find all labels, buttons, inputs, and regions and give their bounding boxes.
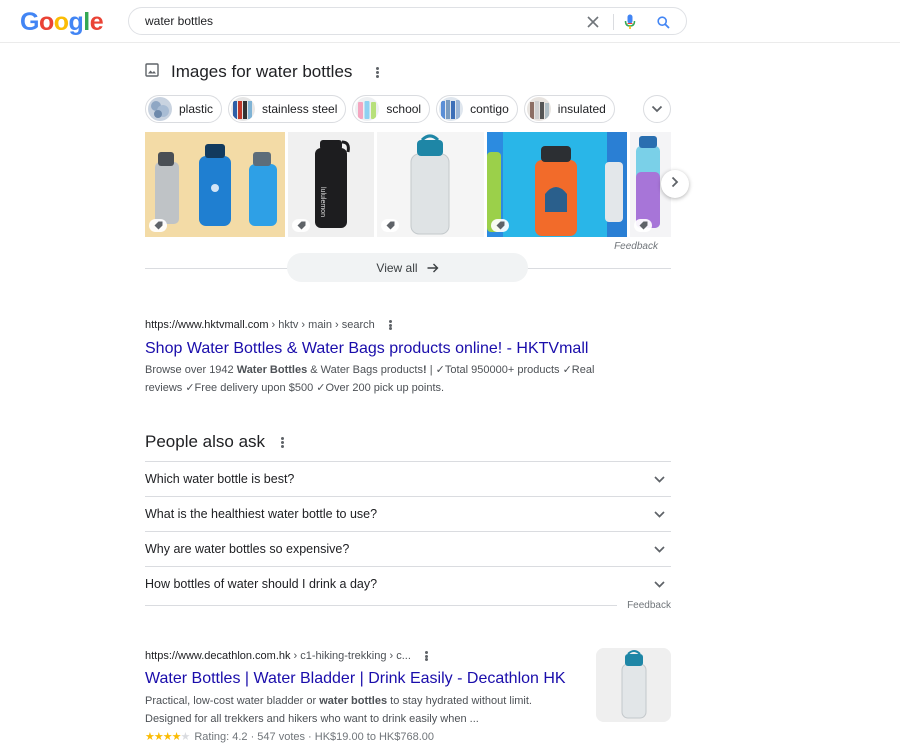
chip-contigo[interactable]: contigo bbox=[436, 95, 518, 123]
result-title-link[interactable]: Water Bottles | Water Bladder | Drink Ea… bbox=[145, 670, 566, 688]
next-images-button[interactable] bbox=[661, 170, 689, 198]
chip-thumbnail bbox=[148, 97, 172, 121]
paa-question[interactable]: Why are water bottles so expensive? bbox=[145, 531, 671, 566]
search-icon[interactable] bbox=[653, 12, 673, 32]
people-also-ask-heading: People also ask bbox=[145, 431, 285, 453]
chevron-right-icon bbox=[671, 175, 679, 193]
chip-label: insulated bbox=[557, 102, 606, 116]
product-tag-icon bbox=[149, 219, 167, 232]
result-citation: https://www.hktvmall.com › hktv › main ›… bbox=[145, 319, 392, 331]
snippet-highlight: water bottles bbox=[319, 695, 388, 707]
more-options-icon[interactable] bbox=[424, 651, 428, 661]
more-options-icon[interactable] bbox=[388, 320, 392, 330]
close-icon[interactable] bbox=[583, 12, 603, 32]
paa-question-text: What is the healthiest water bottle to u… bbox=[145, 507, 378, 521]
search-divider bbox=[613, 14, 614, 30]
chevron-down-icon bbox=[654, 472, 665, 486]
result-domain: https://www.hktvmall.com bbox=[145, 319, 269, 331]
paa-feedback-link[interactable]: Feedback bbox=[620, 600, 671, 611]
chevron-down-icon bbox=[654, 542, 665, 556]
view-all-label: View all bbox=[376, 260, 418, 275]
more-options-icon[interactable] bbox=[376, 66, 380, 78]
view-all-button[interactable]: View all bbox=[287, 253, 528, 282]
paa-title: People also ask bbox=[145, 432, 266, 451]
chip-label: contigo bbox=[470, 102, 509, 116]
product-tag-icon bbox=[634, 219, 652, 232]
logo-letter: o bbox=[53, 8, 69, 36]
product-tag-icon bbox=[381, 219, 399, 232]
result-domain: https://www.decathlon.com.hk bbox=[145, 650, 291, 662]
chevron-down-icon bbox=[654, 577, 665, 591]
chip-label: stainless steel bbox=[262, 102, 338, 116]
chip-thumbnail bbox=[231, 97, 256, 121]
search-box bbox=[128, 7, 687, 35]
snippet-highlight: Water Bottles bbox=[236, 364, 308, 376]
snippet-text: Practical, low-cost water bladder or bbox=[145, 695, 320, 707]
chip-insulated[interactable]: insulated bbox=[523, 95, 615, 123]
expand-chips-button[interactable] bbox=[643, 95, 671, 123]
result-citation: https://www.decathlon.com.hk › c1-hiking… bbox=[145, 650, 428, 662]
images-feedback-link[interactable]: Feedback bbox=[600, 241, 658, 252]
image-result[interactable] bbox=[487, 132, 627, 237]
chip-thumbnail bbox=[439, 97, 464, 121]
divider bbox=[145, 605, 617, 606]
google-logo[interactable]: Google bbox=[20, 8, 104, 37]
rating-stars: ★★★★★ bbox=[145, 730, 190, 743]
bottle-brand-text: lululemon bbox=[319, 187, 326, 217]
search-input[interactable] bbox=[145, 13, 565, 29]
image-result[interactable] bbox=[145, 132, 285, 237]
chip-label: school bbox=[386, 102, 422, 116]
logo-letter: G bbox=[20, 8, 39, 36]
images-heading: Images for water bottles bbox=[145, 60, 380, 84]
mic-icon[interactable] bbox=[620, 12, 640, 32]
paa-question[interactable]: Which water bottle is best? bbox=[145, 461, 671, 496]
chevron-down-icon bbox=[651, 100, 663, 118]
product-tag-icon bbox=[491, 219, 509, 232]
image-filter-chips: plastic stainless steel school contigo i… bbox=[145, 95, 621, 123]
image-results-strip: lululemon bbox=[145, 132, 671, 237]
logo-letter: g bbox=[68, 8, 84, 36]
snippet-text: & Water Bags products bbox=[307, 364, 423, 376]
image-result[interactable]: lululemon bbox=[288, 132, 374, 237]
rating-text: Rating: 4.2 · 547 votes · HK$19.00 to HK… bbox=[194, 730, 435, 743]
chevron-down-icon bbox=[654, 507, 665, 521]
result-rating: ★★★★★ Rating: 4.2 · 547 votes · HK$19.00… bbox=[145, 730, 435, 744]
result-snippet: Browse over 1942 Water Bottles & Water B… bbox=[145, 361, 615, 397]
paa-question[interactable]: How bottles of water should I drink a da… bbox=[145, 566, 671, 601]
images-title[interactable]: Images for water bottles bbox=[171, 62, 352, 82]
paa-question-text: Which water bottle is best? bbox=[145, 472, 295, 486]
snippet-text: Browse over 1942 bbox=[145, 364, 237, 376]
chip-thumbnail bbox=[355, 97, 380, 121]
result-path: › hktv › main › search bbox=[271, 319, 375, 331]
image-result[interactable] bbox=[377, 132, 484, 237]
header: Google bbox=[0, 0, 900, 43]
result-thumbnail[interactable] bbox=[596, 648, 671, 722]
paa-question-text: How bottles of water should I drink a da… bbox=[145, 577, 378, 591]
star-filled-icon: ★★★★ bbox=[145, 731, 181, 743]
chip-school[interactable]: school bbox=[352, 95, 431, 123]
arrow-right-icon bbox=[427, 263, 439, 273]
result-snippet: Practical, low-cost water bladder or wat… bbox=[145, 692, 565, 728]
people-also-ask-list: Which water bottle is best? What is the … bbox=[145, 461, 671, 601]
result-title-link[interactable]: Shop Water Bottles & Water Bags products… bbox=[145, 340, 588, 358]
logo-letter: e bbox=[89, 8, 104, 36]
result-path: › c1-hiking-trekking › c... bbox=[293, 650, 411, 662]
image-icon bbox=[145, 62, 159, 82]
chip-thumbnail bbox=[526, 97, 551, 121]
logo-letter: o bbox=[38, 8, 54, 36]
paa-question-text: Why are water bottles so expensive? bbox=[145, 542, 350, 556]
star-empty-icon: ★ bbox=[180, 731, 190, 743]
chip-plastic[interactable]: plastic bbox=[145, 95, 223, 123]
chip-stainless-steel[interactable]: stainless steel bbox=[228, 95, 347, 123]
more-options-icon[interactable] bbox=[281, 436, 285, 448]
chip-label: plastic bbox=[179, 102, 214, 116]
paa-question[interactable]: What is the healthiest water bottle to u… bbox=[145, 496, 671, 531]
product-tag-icon bbox=[292, 219, 310, 232]
